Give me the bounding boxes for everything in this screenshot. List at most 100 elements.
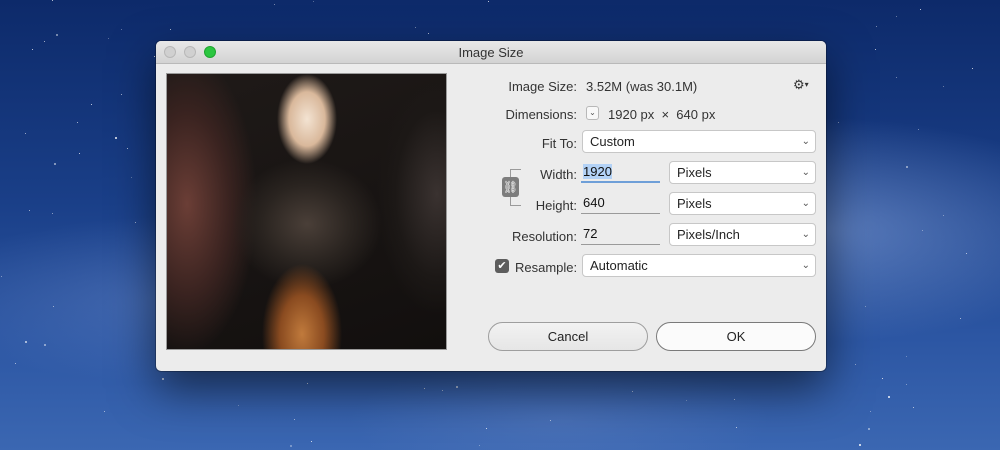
width-input[interactable]: 1920 [581,161,660,183]
image-preview[interactable] [166,73,447,350]
star [127,148,128,149]
star [859,444,861,446]
dimensions-units-toggle[interactable]: ⌄ [586,106,599,120]
star [115,137,117,139]
star [307,383,308,384]
chevron-down-icon: ⌄ [801,198,810,209]
chevron-down-icon: ⌄ [801,260,810,271]
star [442,390,443,391]
chevron-down-icon: ⌄ [589,108,596,117]
star [906,166,908,168]
star [77,122,78,123]
star [313,1,314,2]
fit-to-label: Fit To: [541,136,577,151]
star [121,94,122,95]
star [108,38,109,39]
star [32,49,33,50]
ok-button[interactable]: OK [656,322,816,351]
star [870,411,871,412]
star [135,222,136,223]
star [52,0,53,1]
gear-icon: ⚙ [793,77,805,92]
resolution-unit-value: Pixels/Inch [677,227,740,242]
star [855,364,856,365]
height-unit-select[interactable]: Pixels ⌄ [669,192,816,215]
star [479,445,480,446]
star [896,16,897,17]
star [415,27,416,28]
star [865,306,866,307]
star [875,49,876,50]
star [906,356,907,357]
star [736,427,737,428]
star [56,34,58,36]
height-value: 640 [583,195,605,210]
title-bar[interactable]: Image Size [156,41,826,64]
resolution-value: 72 [583,226,598,241]
chevron-down-icon: ⌄ [801,136,810,147]
fit-to-value: Custom [590,134,635,149]
star [274,4,275,5]
star [311,441,312,442]
star [734,399,735,400]
star [882,378,883,379]
height-unit-value: Pixels [677,196,712,211]
star [1,276,2,277]
star [868,428,870,430]
star [428,33,429,34]
width-unit-select[interactable]: Pixels ⌄ [669,161,816,184]
star [104,411,105,412]
star [943,215,944,216]
star [972,68,973,69]
height-label: Height: [535,198,577,213]
star [876,26,877,27]
chevron-down-icon: ⌄ [801,167,810,178]
resolution-input[interactable]: 72 [581,223,660,245]
star [632,391,633,392]
star [686,400,687,401]
star [121,29,122,30]
resolution-unit-select[interactable]: Pixels/Inch ⌄ [669,223,816,246]
star [888,396,890,398]
checkmark-icon: ✔ [497,260,507,272]
star [456,386,458,388]
resample-method-value: Automatic [590,258,648,273]
width-label: Width: [540,167,577,182]
settings-menu-button[interactable]: ⚙▾ [793,77,809,93]
star [290,445,292,447]
star [838,122,839,123]
star [906,384,907,385]
star [154,56,155,57]
chevron-down-icon: ▾ [804,80,809,89]
star [25,133,26,134]
resample-method-select[interactable]: Automatic ⌄ [582,254,816,277]
star [91,104,92,105]
star [29,210,30,211]
star [294,419,295,420]
star [25,341,27,343]
height-input[interactable]: 640 [581,192,660,214]
star [54,163,56,165]
star [550,420,551,421]
cancel-button[interactable]: Cancel [488,322,648,351]
star [913,407,914,408]
dimensions-value: 1920 px × 640 px [608,107,716,122]
window-title: Image Size [458,45,524,60]
width-unit-value: Pixels [677,165,712,180]
star [238,405,239,406]
star [79,153,80,154]
star [44,41,45,42]
resample-checkbox[interactable]: ✔ [495,259,509,273]
star [424,388,425,389]
image-size-dialog: Image Size Image Size: 3.52M (was 30.1M)… [156,41,826,371]
resolution-label: Resolution: [511,229,577,244]
star [922,230,923,231]
link-chain-icon: ⛓ [502,180,519,194]
image-size-value: 3.52M (was 30.1M) [586,79,698,94]
star [960,318,961,319]
star [966,253,967,254]
fit-to-select[interactable]: Custom ⌄ [582,130,816,153]
star [53,306,54,307]
star [44,344,46,346]
star [162,378,164,380]
